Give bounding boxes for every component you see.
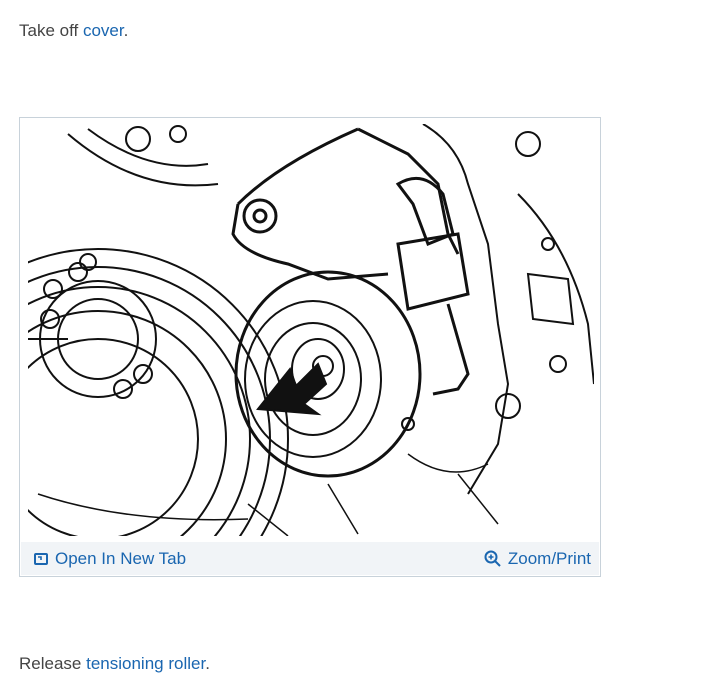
magnifier-plus-icon [484, 550, 501, 567]
open-in-new-tab-label: Open In New Tab [55, 548, 187, 568]
open-in-new-tab-button[interactable]: Open In New Tab [33, 549, 186, 569]
cover-link[interactable]: cover [83, 21, 124, 40]
figure-tensioner-diagram: Open In New Tab Zoom/Print [19, 117, 601, 577]
open-in-new-tab-icon [34, 552, 48, 565]
step-punct: . [123, 21, 129, 40]
step-instruction-1: Take off cover. [19, 20, 128, 42]
step-text: Take off [19, 21, 83, 40]
tensioner-illustration[interactable] [28, 124, 594, 536]
figure-toolbar: Open In New Tab Zoom/Print [21, 542, 599, 575]
zoom-print-label: Zoom/Print [507, 548, 591, 568]
upper-pulley [67, 125, 219, 187]
zoom-print-button[interactable]: Zoom/Print [484, 549, 591, 569]
step-text: Release [19, 654, 87, 673]
tensioning-roller [234, 270, 422, 478]
step-punct: . [205, 654, 210, 673]
step-instruction-2: Release tensioning roller. [19, 653, 210, 675]
engine-block [401, 124, 594, 495]
crank-pulley [28, 248, 289, 536]
tensioning-roller-link[interactable]: tensioning roller [86, 654, 205, 673]
